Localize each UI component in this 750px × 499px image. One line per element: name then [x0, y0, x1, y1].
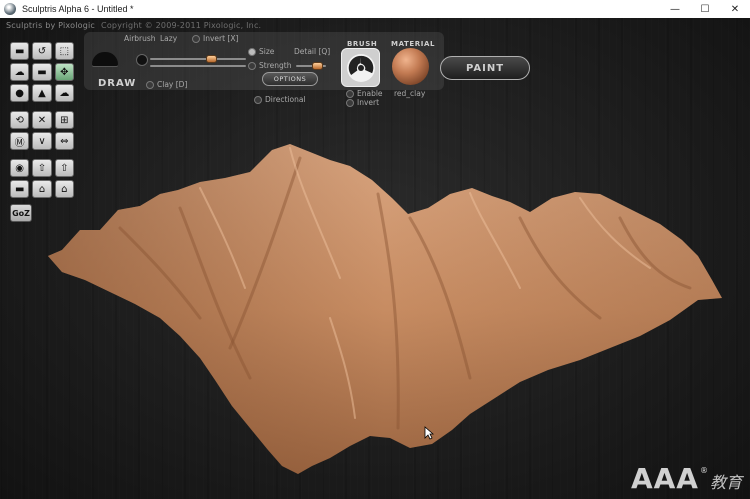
wireframe-button[interactable]: ⊞ [54, 111, 74, 129]
rotate-tool-button[interactable]: ↺ [32, 42, 52, 60]
size-slider-track[interactable] [150, 58, 246, 60]
brush-mode-label: DRAW [98, 78, 137, 89]
import-button[interactable]: ⇧ [32, 159, 52, 177]
grab-tool-button[interactable]: ✥ [54, 63, 74, 81]
crease-tool-button[interactable]: ▬ [10, 42, 30, 60]
copyright-notice: Copyright © 2009-2011 Pixologic, Inc. [101, 21, 262, 30]
size-label: Size [259, 47, 275, 56]
brush-enable-radio[interactable] [346, 90, 354, 98]
directional-label: Directional [265, 95, 306, 104]
tool-palette: ▬ ↺ ⬚ ☁ ▬ ✥ ● ▲ ☁ ⟲ ✕ ⊞ Ⓜ ∨ ⇔ ◉ ⇧ ⇧ ▬ ⌂ … [10, 42, 74, 222]
watermark-sub-text: 教育 [709, 473, 742, 492]
material-ball-thumbnail[interactable] [392, 48, 429, 85]
close-button[interactable]: ✕ [720, 0, 750, 18]
invert-toggle-label: Invert [X] [203, 34, 239, 43]
watermark-registered-mark: ® [699, 466, 708, 475]
options-button[interactable]: OPTIONS [262, 72, 318, 86]
mouse-cursor-icon [424, 426, 434, 440]
clay-option[interactable]: Clay [D] [146, 80, 187, 89]
strength-option[interactable]: Strength [248, 61, 291, 70]
copyright-text: Sculptris by Pixologic Copyright © 2009-2… [6, 21, 261, 30]
brush-settings-panel: DRAW Airbrush Lazy Invert [X] Size Detai… [84, 32, 444, 104]
window-title-bar: Sculptris Alpha 6 - Untitled * — ☐ ✕ [0, 0, 750, 19]
brush-section-header: BRUSH [347, 40, 378, 48]
invert-radio[interactable] [192, 35, 200, 43]
open-button[interactable]: ⌂ [32, 180, 52, 198]
flatten-tool-button[interactable]: ▬ [32, 63, 52, 81]
clay-radio[interactable] [146, 81, 154, 89]
goz-button[interactable]: GoZ [10, 204, 32, 222]
copyright-name: Sculptris by Pixologic [6, 21, 96, 30]
clay-label: Clay [D] [157, 80, 188, 89]
paint-button[interactable]: PAINT [440, 56, 530, 80]
brush-invert-label: Invert [357, 98, 380, 107]
material-name: red_clay [394, 89, 426, 98]
viewport[interactable]: Sculptris by Pixologic Copyright © 2009-2… [0, 18, 750, 499]
scale-tool-button[interactable]: ⬚ [54, 42, 74, 60]
watermark-main-text: AAA [630, 462, 699, 495]
window-title: Sculptris Alpha 6 - Untitled * [22, 4, 134, 14]
material-ball-button[interactable]: ◉ [10, 159, 30, 177]
invert-toggle[interactable]: Invert [X] [192, 34, 238, 43]
maximize-button[interactable]: ☐ [690, 0, 720, 18]
lazy-toggle[interactable]: Lazy [160, 34, 177, 43]
draw-tool-button[interactable]: ● [10, 84, 30, 102]
minimize-button[interactable]: — [660, 0, 690, 18]
size-radio[interactable] [248, 48, 256, 56]
mirror-button[interactable]: ⇔ [54, 132, 74, 150]
watermark-logo: AAA ® 教育 [631, 465, 742, 493]
size-slider-knob[interactable] [206, 55, 217, 63]
detail-label[interactable]: Detail [Q] [294, 47, 330, 56]
app-icon [4, 3, 16, 15]
brush-enable-option[interactable]: Enable [346, 89, 383, 98]
brush-enable-label: Enable [357, 89, 383, 98]
brush-invert-option[interactable]: Invert [346, 98, 379, 107]
strength-radio[interactable] [248, 62, 256, 70]
directional-radio[interactable] [254, 96, 262, 104]
subdivide-button[interactable]: Ⓜ [10, 132, 30, 150]
directional-option[interactable]: Directional [254, 95, 306, 104]
material-section-header: MATERIAL [391, 40, 436, 48]
strength-slider-track-left[interactable] [150, 65, 246, 67]
save-button[interactable]: ⌂ [54, 180, 74, 198]
brush-shape-icon [92, 52, 118, 66]
export-button[interactable]: ⇧ [54, 159, 74, 177]
strength-label: Strength [259, 61, 292, 70]
mask-button[interactable]: ✕ [32, 111, 52, 129]
symmetry-button[interactable]: ⟲ [10, 111, 30, 129]
pinch-tool-button[interactable]: ▲ [32, 84, 52, 102]
terrain-shading [48, 144, 722, 474]
strength-slider-knob[interactable] [312, 62, 323, 70]
size-option[interactable]: Size [248, 47, 274, 56]
window-controls: — ☐ ✕ [660, 0, 750, 18]
new-sphere-button[interactable]: ▬ [10, 180, 30, 198]
brush-invert-radio[interactable] [346, 99, 354, 107]
smooth-tool-button[interactable]: ☁ [54, 84, 74, 102]
brush-alpha-thumbnail[interactable] [341, 48, 380, 87]
reduce-button[interactable]: ∨ [32, 132, 52, 150]
brush-preview-dot [136, 54, 148, 66]
brush-alpha-icon [346, 53, 375, 82]
inflate-tool-button[interactable]: ☁ [10, 63, 30, 81]
airbrush-toggle[interactable]: Airbrush [124, 34, 156, 43]
